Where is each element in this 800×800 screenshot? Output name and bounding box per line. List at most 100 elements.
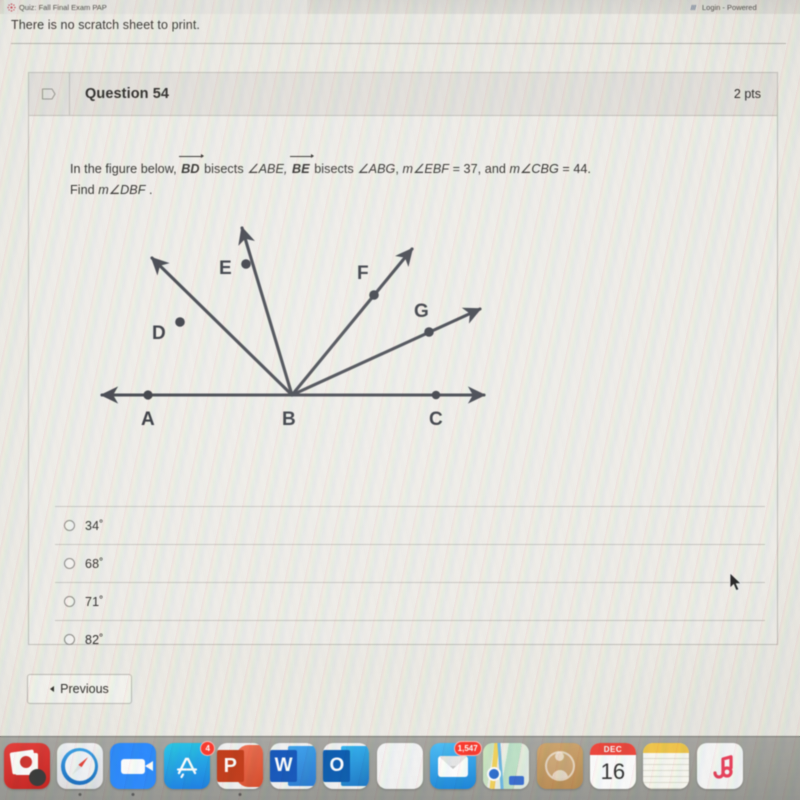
launchpad-icon — [376, 743, 423, 789]
answer-option-3[interactable]: 82˚ — [55, 620, 765, 658]
question-text: In the figure below, BD bisects ∠ABE, BE… — [70, 153, 747, 201]
label-g: G — [414, 301, 429, 322]
running-indicator-powerpoint — [238, 793, 242, 796]
question-text-p2: bisects — [200, 162, 248, 176]
question-text-p6: Find — [70, 183, 99, 197]
measure-ebf: m∠EBF — [402, 162, 450, 176]
figure-points — [143, 259, 441, 400]
browser-tab-quiz-label: Quiz: Fall Final Exam PAP — [19, 2, 107, 12]
point-g-dot — [424, 327, 434, 337]
geometry-figure: A C D E F G B — [84, 212, 504, 432]
vector-be: BE — [290, 153, 314, 180]
outlook-icon: O — [323, 743, 370, 789]
screen-photo: Quiz: Fall Final Exam PAP Login - Powere… — [0, 0, 800, 800]
dock-item-music[interactable] — [693, 743, 746, 797]
dock-item-safari[interactable] — [53, 743, 106, 797]
calendar-day: 16 — [600, 759, 626, 784]
question-text-p1: In the figure below, — [70, 162, 181, 176]
label-d: D — [152, 323, 166, 344]
answer-option-1[interactable]: 68˚ — [55, 544, 765, 582]
point-c-dot — [431, 390, 441, 400]
answer-label-0: 34˚ — [85, 518, 104, 533]
calendar-icon: DEC 16 — [589, 743, 636, 789]
label-f: F — [357, 263, 369, 284]
question-points: 2 pts — [733, 87, 761, 101]
angle-abg: ∠ABG — [357, 162, 396, 176]
contacts-icon — [536, 743, 583, 789]
calendar-month: DEC — [589, 743, 636, 755]
point-f-dot — [369, 290, 379, 300]
dock-item-photo-booth[interactable] — [0, 743, 53, 797]
measure-cbg: m∠CBG — [509, 162, 559, 176]
answer-options: 34˚ 68˚ 71˚ 82˚ — [55, 506, 765, 658]
previous-button-label: Previous — [60, 682, 109, 696]
previous-button[interactable]: Previous — [27, 674, 132, 704]
running-indicator-zoom — [131, 793, 135, 796]
answer-label-2: 71˚ — [85, 594, 104, 609]
angle-abe: ∠ABE, — [247, 162, 288, 176]
left-triangle-icon — [50, 686, 55, 692]
answer-option-0[interactable]: 34˚ — [55, 506, 765, 544]
point-e-dot — [241, 259, 251, 269]
question-body: In the figure below, BD bisects ∠ABE, BE… — [29, 116, 777, 647]
arrow-cursor — [729, 572, 742, 592]
flag-outline-icon — [41, 88, 56, 100]
dock-item-maps[interactable] — [480, 743, 533, 797]
zoom-camera-icon — [110, 743, 157, 789]
dock-item-notes[interactable] — [640, 743, 693, 797]
flag-question-button[interactable] — [29, 87, 69, 101]
browser-tab-quiz[interactable]: Quiz: Fall Final Exam PAP — [4, 0, 307, 14]
label-b: B — [282, 409, 296, 430]
word-icon: W — [270, 743, 317, 789]
ray-bg — [290, 307, 482, 397]
scratch-sheet-note: There is no scratch sheet to print. — [11, 18, 201, 32]
browser-tabstrip: Quiz: Fall Final Exam PAP Login - Powere… — [0, 0, 800, 14]
question-text-p5: , and — [477, 162, 510, 176]
label-c: C — [429, 409, 443, 430]
macos-dock: 4 P W O 1,547 DEC 16 — [0, 736, 800, 800]
dock-item-powerpoint[interactable]: P — [213, 743, 266, 797]
dock-item-word[interactable]: W — [266, 743, 319, 797]
maps-icon — [483, 743, 530, 789]
question-text-eq1: = 37 — [449, 162, 478, 176]
radio-button-0[interactable] — [64, 520, 75, 531]
radio-button-2[interactable] — [64, 596, 75, 607]
vector-bd: BD — [179, 153, 204, 180]
dock-item-outlook[interactable]: O — [320, 743, 373, 797]
photo-booth-icon — [3, 743, 50, 789]
measure-dbf: m∠DBF — [98, 183, 146, 197]
powerpoint-icon: P — [216, 743, 263, 789]
safari-compass-icon — [56, 743, 103, 789]
dock-item-calendar[interactable]: DEC 16 — [586, 743, 639, 797]
angle-bisector-diagram: A C D E F G B — [100, 226, 486, 430]
question-text-p4: , — [395, 162, 403, 176]
dock-item-mail[interactable]: 1,547 — [426, 741, 482, 797]
browser-tab-login[interactable]: Login - Powered — [690, 0, 800, 14]
notes-icon — [643, 743, 690, 789]
quiz-page: There is no scratch sheet to print. Ques… — [0, 14, 800, 800]
label-a: A — [141, 409, 155, 430]
question-card: Question 54 2 pts In the figure below, B… — [28, 72, 778, 647]
music-icon — [696, 743, 743, 789]
radio-button-1[interactable] — [64, 558, 75, 569]
dock-item-contacts[interactable] — [533, 743, 586, 797]
label-e: E — [219, 258, 232, 279]
login-icon — [690, 4, 697, 10]
badge-mail: 1,547 — [453, 741, 482, 756]
answer-label-1: 68˚ — [85, 556, 104, 571]
running-indicator-safari — [78, 793, 82, 796]
dock-item-zoom[interactable] — [107, 743, 160, 797]
question-text-p3: bisects — [310, 162, 358, 176]
radio-button-3[interactable] — [64, 634, 75, 645]
dock-item-launchpad[interactable] — [373, 743, 426, 797]
question-text-p7: . — [145, 183, 153, 197]
browser-tab-login-label: Login - Powered — [702, 2, 757, 12]
point-d-dot — [175, 317, 185, 327]
answer-label-3: 82˚ — [85, 632, 104, 647]
header-divider — [11, 43, 786, 44]
answer-option-2[interactable]: 71˚ — [55, 582, 765, 620]
point-a-dot — [143, 390, 153, 400]
question-title: Question 54 — [85, 86, 170, 102]
dock-item-app-store[interactable]: 4 — [160, 741, 216, 797]
figure-labels: A C D E F G B — [141, 258, 443, 430]
